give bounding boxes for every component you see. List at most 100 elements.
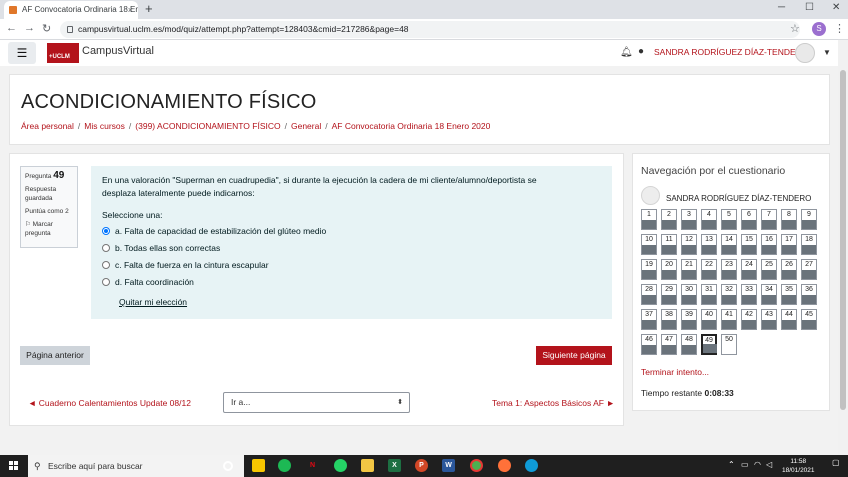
taskbar-clock[interactable]: 11:58 18/01/2021 [782, 457, 815, 475]
question-nav-button[interactable]: 37 [641, 309, 657, 330]
notifications-icon[interactable]: ▢ [832, 458, 840, 467]
question-nav-button[interactable]: 43 [761, 309, 777, 330]
question-nav-button[interactable]: 38 [661, 309, 677, 330]
reload-icon[interactable]: ↻ [42, 22, 51, 35]
question-nav-button[interactable]: 20 [661, 259, 677, 280]
answer-radio[interactable] [102, 278, 110, 286]
question-nav-button[interactable]: 6 [741, 209, 757, 230]
clear-choice-link[interactable]: Quitar mi elección [119, 297, 601, 307]
new-tab-button[interactable]: + [145, 1, 153, 17]
tray-chevron-icon[interactable]: ⌃ [728, 460, 735, 469]
file-explorer-icon[interactable] [361, 459, 374, 472]
volume-icon[interactable]: ◁ [766, 460, 772, 469]
question-nav-button[interactable]: 11 [661, 234, 677, 255]
answer-option[interactable]: c. Falta de fuerza en la cintura escapul… [102, 259, 601, 271]
question-nav-button[interactable]: 29 [661, 284, 677, 305]
question-nav-button[interactable]: 21 [681, 259, 697, 280]
previous-page-button[interactable]: Página anterior [20, 346, 90, 365]
task-view-icon[interactable] [223, 461, 233, 471]
notifications-bell-icon[interactable]: 🔔︎ [620, 47, 633, 58]
netflix-icon[interactable]: N [306, 459, 319, 472]
word-icon[interactable]: W [442, 459, 455, 472]
excel-icon[interactable]: X [388, 459, 401, 472]
question-nav-button[interactable]: 4 [701, 209, 717, 230]
chrome-icon[interactable] [470, 459, 483, 472]
answer-radio[interactable] [102, 261, 110, 269]
question-nav-button[interactable]: 30 [681, 284, 697, 305]
answer-radio[interactable] [102, 244, 110, 252]
question-nav-button[interactable]: 12 [681, 234, 697, 255]
question-nav-button[interactable]: 25 [761, 259, 777, 280]
question-nav-button[interactable]: 19 [641, 259, 657, 280]
powerpoint-icon[interactable]: P [415, 459, 428, 472]
taskbar-search-input[interactable]: ⚲ Escribe aquí para buscar [28, 455, 244, 477]
answer-option[interactable]: b. Todas ellas son correctas [102, 242, 601, 254]
question-nav-button[interactable]: 8 [781, 209, 797, 230]
question-nav-button[interactable]: 23 [721, 259, 737, 280]
scrollbar-thumb[interactable] [840, 70, 846, 410]
question-nav-button[interactable]: 3 [681, 209, 697, 230]
spotify-icon[interactable] [278, 459, 291, 472]
question-nav-button[interactable]: 9 [801, 209, 817, 230]
breadcrumb-item[interactable]: Mis cursos [84, 121, 125, 131]
next-page-button[interactable]: Siguiente página [536, 346, 612, 365]
question-nav-button[interactable]: 14 [721, 234, 737, 255]
firefox-icon[interactable] [498, 459, 511, 472]
question-nav-button[interactable]: 10 [641, 234, 657, 255]
question-nav-button[interactable]: 24 [741, 259, 757, 280]
chevron-down-icon[interactable]: ▼ [823, 48, 831, 57]
question-nav-button[interactable]: 17 [781, 234, 797, 255]
question-nav-button[interactable]: 41 [721, 309, 737, 330]
answer-option[interactable]: a. Falta de capacidad de estabilización … [102, 225, 601, 237]
breadcrumb-item[interactable]: General [291, 121, 321, 131]
flag-question-link[interactable]: ⚐ Marcar pregunta [25, 220, 73, 238]
maximize-button[interactable]: ☐ [805, 2, 814, 13]
windows-start-icon[interactable] [9, 461, 19, 471]
minimize-button[interactable]: ─ [778, 2, 785, 13]
question-nav-button[interactable]: 40 [701, 309, 717, 330]
question-nav-button[interactable]: 5 [721, 209, 737, 230]
tab-close-icon[interactable]: × [128, 1, 133, 19]
question-nav-button[interactable]: 49 [701, 334, 717, 355]
question-nav-button[interactable]: 35 [781, 284, 797, 305]
answer-option[interactable]: d. Falta coordinación [102, 276, 601, 288]
forward-arrow-icon[interactable]: → [24, 22, 35, 34]
question-nav-button[interactable]: 33 [741, 284, 757, 305]
question-nav-button[interactable]: 39 [681, 309, 697, 330]
question-nav-button[interactable]: 44 [781, 309, 797, 330]
question-nav-button[interactable]: 48 [681, 334, 697, 355]
question-nav-button[interactable]: 42 [741, 309, 757, 330]
question-nav-button[interactable]: 15 [741, 234, 757, 255]
finish-attempt-link[interactable]: Terminar intento... [641, 367, 709, 377]
question-nav-button[interactable]: 31 [701, 284, 717, 305]
url-field[interactable]: campusvirtual.uclm.es/mod/quiz/attempt.p… [60, 21, 800, 38]
hamburger-menu-icon[interactable]: ☰ [8, 42, 36, 64]
question-nav-button[interactable]: 50 [721, 334, 737, 355]
back-arrow-icon[interactable]: ← [6, 22, 17, 34]
question-nav-button[interactable]: 7 [761, 209, 777, 230]
question-nav-button[interactable]: 36 [801, 284, 817, 305]
next-activity-link[interactable]: Tema 1: Aspectos Básicos AF ► [492, 398, 615, 408]
question-nav-button[interactable]: 16 [761, 234, 777, 255]
whatsapp-icon[interactable] [334, 459, 347, 472]
network-icon[interactable]: ▭ [741, 460, 749, 469]
wifi-icon[interactable]: ◠ [754, 460, 761, 469]
user-avatar[interactable] [795, 43, 815, 63]
navbar-user-name[interactable]: SANDRA RODRÍGUEZ DÍAZ-TENDERO [654, 47, 808, 57]
uclm-logo[interactable]: +UCLM [47, 43, 79, 63]
answer-radio[interactable] [102, 227, 110, 235]
question-nav-button[interactable]: 47 [661, 334, 677, 355]
question-nav-button[interactable]: 26 [781, 259, 797, 280]
question-nav-button[interactable]: 22 [701, 259, 717, 280]
previous-activity-link[interactable]: ◄ Cuaderno Calentamientos Update 08/12 [28, 398, 191, 408]
breadcrumb-item[interactable]: Área personal [21, 121, 74, 131]
breadcrumb-item[interactable]: (399) ACONDICIONAMIENTO FÍSICO [135, 121, 280, 131]
question-nav-button[interactable]: 46 [641, 334, 657, 355]
sticky-notes-icon[interactable] [252, 459, 265, 472]
site-name[interactable]: CampusVirtual [82, 45, 154, 57]
question-nav-button[interactable]: 27 [801, 259, 817, 280]
edge-icon[interactable] [525, 459, 538, 472]
profile-avatar[interactable]: S [812, 22, 826, 36]
question-nav-button[interactable]: 45 [801, 309, 817, 330]
bookmark-star-icon[interactable]: ☆ [790, 22, 800, 35]
